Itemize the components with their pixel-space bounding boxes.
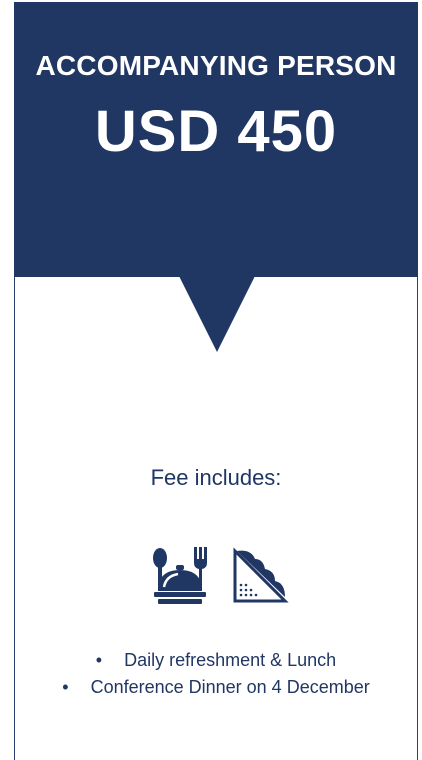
bullet: • [62, 677, 69, 697]
list-item-label: Daily refreshment & Lunch [124, 650, 337, 670]
pricing-card: ACCOMPANYING PERSON USD 450 Fee includes… [14, 2, 418, 760]
header-pointer-arrow [179, 276, 255, 352]
bullet: • [95, 650, 103, 670]
sandwich-icon [233, 547, 289, 603]
fee-includes-heading: Fee includes: [150, 465, 282, 490]
ticket-price: USD 450 [94, 99, 338, 164]
list-item: • Daily refreshment & Lunch [15, 647, 417, 674]
list-item: • Conference Dinner on 4 December [15, 674, 417, 701]
inclusion-icons [150, 545, 290, 607]
inclusions-list: • Daily refreshment & Lunch • Conference D… [15, 647, 417, 701]
list-item-label: Conference Dinner on 4 December [90, 677, 370, 697]
meal-dome-cutlery-icon [153, 547, 207, 604]
pricing-header: ACCOMPANYING PERSON USD 450 [14, 2, 418, 277]
ticket-type-title: ACCOMPANYING PERSON [35, 50, 397, 81]
